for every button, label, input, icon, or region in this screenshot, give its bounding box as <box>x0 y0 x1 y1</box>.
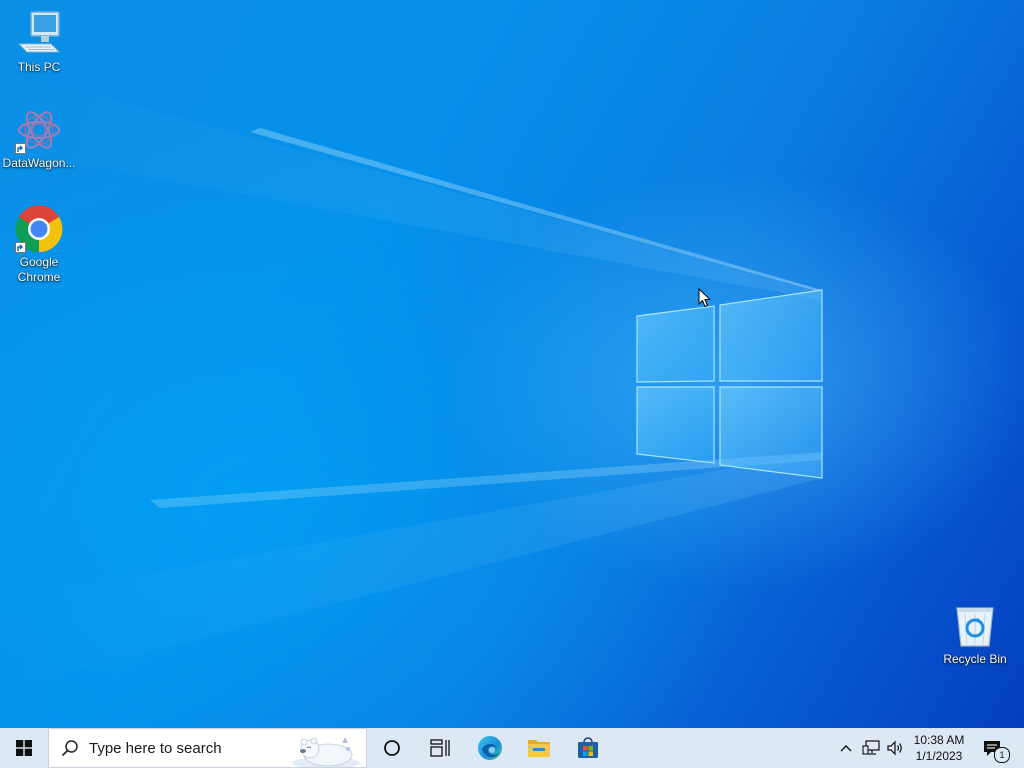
desktop-icon-label: Recycle Bin <box>943 652 1007 666</box>
desktop-icon-label: This PC <box>17 60 61 74</box>
network-icon <box>862 740 880 755</box>
taskbar-search-box[interactable]: Type here to search <box>48 728 367 768</box>
computer-icon <box>15 10 63 58</box>
datawagon-icon <box>15 106 63 154</box>
start-button[interactable] <box>0 728 48 768</box>
desktop-icon-label: Google Chrome <box>17 255 61 284</box>
show-hidden-icons-button[interactable] <box>836 728 856 768</box>
taskbar-clock[interactable]: 10:38 AM 1/1/2023 <box>904 728 974 768</box>
taskbar: Type here to search 10:38 AM 1/1/2023 1 <box>0 728 1024 768</box>
desktop-icon-google-chrome[interactable]: Google Chrome <box>0 205 78 285</box>
taskbar-store-button[interactable] <box>564 728 612 768</box>
desktop-icon-this-pc[interactable]: This PC <box>0 10 78 75</box>
action-center-button[interactable]: 1 <box>978 728 1010 768</box>
search-icon <box>61 740 78 757</box>
shortcut-arrow-icon <box>15 242 26 253</box>
clock-time: 10:38 AM <box>913 733 965 747</box>
network-tray-button[interactable] <box>860 728 882 768</box>
desktop-icon-datawagon[interactable]: DataWagon... <box>0 106 78 171</box>
edge-icon <box>478 736 502 760</box>
folder-icon <box>528 740 550 757</box>
taskbar-file-explorer-button[interactable] <box>515 728 563 768</box>
mouse-pointer-icon <box>698 288 712 308</box>
shortcut-arrow-icon <box>15 143 26 154</box>
speaker-icon <box>887 740 902 756</box>
desktop-icon-label: DataWagon... <box>2 156 76 170</box>
recycle-bin-icon <box>951 602 999 650</box>
search-highlight-polar-bear-icon <box>292 737 360 767</box>
search-placeholder: Type here to search <box>89 739 222 757</box>
taskbar-cortana-button[interactable] <box>368 728 416 768</box>
chevron-up-icon <box>840 745 852 752</box>
windows-logo-wallpaper <box>0 70 823 690</box>
windows-start-icon <box>16 740 32 756</box>
desktop-wallpaper: This PC DataWagon... Google Chrome Recyc… <box>0 0 1024 728</box>
taskbar-edge-button[interactable] <box>466 728 514 768</box>
store-icon <box>578 737 598 758</box>
chrome-icon <box>15 205 63 253</box>
task-view-icon <box>430 739 450 757</box>
desktop-icon-recycle-bin[interactable]: Recycle Bin <box>936 602 1014 667</box>
clock-date: 1/1/2023 <box>915 749 963 763</box>
volume-tray-button[interactable] <box>884 728 906 768</box>
cortana-circle-icon <box>384 740 400 756</box>
notification-count-badge: 1 <box>994 747 1010 763</box>
taskbar-task-view-button[interactable] <box>416 728 464 768</box>
